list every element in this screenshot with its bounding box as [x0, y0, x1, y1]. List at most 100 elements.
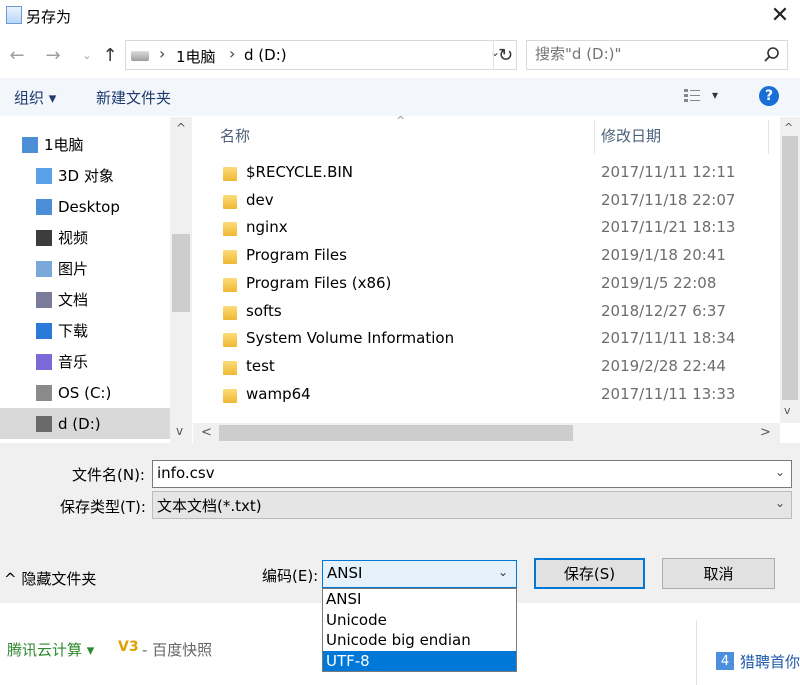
sidebar-item-documents[interactable]: 文档 [0, 284, 170, 315]
sidebar-item-label: 3D 对象 [58, 167, 114, 185]
sort-arrow-icon: ^ [396, 114, 406, 127]
recent-dropdown-icon[interactable]: ⌄ [76, 44, 98, 66]
scroll-up-icon[interactable]: ^ [176, 121, 186, 135]
scroll-down-icon[interactable]: v [784, 404, 791, 417]
breadcrumb-chevron-icon[interactable]: › [229, 44, 235, 63]
save-button[interactable]: 保存(S) [534, 558, 645, 589]
desktop-icon [36, 198, 52, 215]
new-folder-button[interactable]: 新建文件夹 [96, 87, 171, 108]
file-date: 2018/12/27 6:37 [601, 301, 726, 320]
sidebar-item-downloads[interactable]: 下载 [0, 315, 170, 346]
file-row[interactable]: test 2019/2/28 22:44 [193, 354, 778, 382]
file-date: 2017/11/21 18:13 [601, 218, 736, 237]
view-options-icon[interactable] [683, 88, 701, 104]
pictures-icon [36, 260, 52, 277]
file-row[interactable]: $RECYCLE.BIN 2017/11/11 12:11 [193, 160, 778, 188]
up-arrow-icon[interactable]: ↑ [99, 44, 121, 66]
encoding-select[interactable]: ANSI ⌄ [322, 560, 517, 588]
chevron-down-icon[interactable]: ▾ [712, 88, 718, 102]
sidebar-item-pictures[interactable]: 图片 [0, 253, 170, 284]
hide-folders-button[interactable]: ^ 隐藏文件夹 [4, 568, 96, 589]
scroll-down-icon[interactable]: v [176, 424, 183, 438]
refresh-icon[interactable]: ↻ [493, 40, 517, 70]
encoding-option[interactable]: ANSI [323, 589, 516, 609]
sidebar-item-3d-objects[interactable]: 3D 对象 [0, 160, 170, 191]
search-input[interactable] [535, 45, 755, 63]
documents-icon [36, 291, 52, 308]
file-row[interactable]: Program Files 2019/1/18 20:41 [193, 243, 778, 271]
filename-combobox[interactable]: ⌄ [152, 460, 792, 488]
nav-scroll-thumb[interactable] [172, 234, 190, 312]
chevron-down-icon[interactable]: ⌄ [498, 565, 508, 579]
file-name: nginx [246, 218, 288, 237]
file-row[interactable]: Program Files (x86) 2019/1/5 22:08 [193, 271, 778, 299]
back-arrow-icon[interactable]: ← [6, 44, 28, 66]
sidebar-item-drive-os[interactable]: OS (C:) [0, 377, 170, 408]
chevron-down-icon[interactable]: ⌄ [775, 465, 785, 479]
column-header-date[interactable]: 修改日期 [601, 125, 661, 146]
file-row[interactable]: softs 2018/12/27 6:37 [193, 299, 778, 327]
breadcrumb-chevron-icon[interactable]: › [159, 44, 165, 63]
background-link-liepin[interactable]: 猎聘首你 [740, 651, 800, 672]
file-scroll-thumb[interactable] [782, 136, 798, 400]
folder-icon [223, 305, 237, 320]
scroll-left-icon[interactable]: < [201, 425, 212, 440]
folder-icon [223, 333, 237, 348]
filetype-select[interactable]: 文本文档(*.txt) ⌄ [152, 491, 792, 519]
3d-objects-icon [36, 167, 52, 184]
cancel-button[interactable]: 取消 [662, 558, 775, 589]
sidebar-item-label: 文档 [58, 291, 89, 309]
forward-arrow-icon[interactable]: → [42, 44, 64, 66]
file-hscroll-thumb[interactable] [219, 425, 573, 441]
file-date: 2019/1/5 22:08 [601, 273, 717, 292]
sidebar-item-music[interactable]: 音乐 [0, 346, 170, 377]
sidebar-item-computer[interactable]: 1电脑 [0, 129, 170, 160]
background-link-tencent[interactable]: 腾讯云计算 ▾ [7, 639, 94, 660]
breadcrumb-drive[interactable]: d (D:) [244, 46, 287, 64]
folder-icon [223, 167, 237, 181]
file-name: softs [246, 301, 282, 320]
column-header-name[interactable]: 名称 [220, 125, 250, 146]
v3-badge: V3 [118, 639, 139, 655]
file-name: System Volume Information [246, 329, 455, 348]
sidebar-item-label: 图片 [58, 260, 89, 278]
encoding-option[interactable]: UTF-8 [323, 650, 516, 671]
sidebar-item-drive[interactable]: d (D:) [0, 408, 170, 439]
sidebar-item-desktop[interactable]: Desktop [0, 191, 170, 222]
sidebar-item-label: 1电脑 [44, 136, 84, 154]
file-row[interactable]: System Volume Information 2017/11/11 18:3… [193, 326, 778, 354]
drive-icon [36, 415, 52, 432]
search-box[interactable] [526, 40, 788, 70]
folder-icon [223, 388, 237, 403]
scroll-up-icon[interactable]: ^ [784, 121, 793, 134]
file-name: Program Files (x86) [246, 273, 392, 292]
rank-badge: 4 [716, 652, 734, 670]
encoding-option[interactable]: Unicode big endian [323, 630, 516, 650]
address-bar[interactable]: › 1电脑 › d (D:) ⌄ [125, 40, 517, 70]
toolbar: 组织 ▾ 新建文件夹 ▾ ? [0, 78, 800, 116]
file-row[interactable]: nginx 2017/11/21 18:13 [193, 215, 778, 243]
background-link-snapshot[interactable]: - 百度快照 [142, 639, 212, 660]
search-icon[interactable] [763, 46, 781, 64]
file-row[interactable]: wamp64 2017/11/11 13:33 [193, 382, 778, 410]
column-divider[interactable] [594, 120, 595, 154]
sidebar-item-video[interactable]: 视频 [0, 222, 170, 253]
breadcrumb-computer[interactable]: 1电脑 [176, 46, 216, 67]
column-divider[interactable] [768, 120, 769, 154]
encoding-dropdown-list: ANSI Unicode Unicode big endian UTF-8 [322, 588, 517, 672]
close-icon[interactable]: ✕ [760, 0, 800, 30]
encoding-option[interactable]: Unicode [323, 610, 516, 630]
computer-icon [22, 136, 38, 153]
organize-button[interactable]: 组织 ▾ [14, 87, 56, 108]
filename-input[interactable] [157, 464, 757, 482]
scroll-right-icon[interactable]: > [760, 425, 771, 440]
chevron-down-icon[interactable]: ⌄ [775, 496, 785, 510]
help-icon[interactable]: ? [759, 86, 779, 106]
file-row[interactable]: dev 2017/11/18 22:07 [193, 188, 778, 216]
notepad-icon [6, 6, 22, 24]
file-date: 2017/11/11 13:33 [601, 384, 736, 403]
file-date: 2017/11/18 22:07 [601, 190, 736, 209]
file-name: $RECYCLE.BIN [246, 163, 354, 181]
encoding-value: ANSI [327, 564, 363, 582]
filename-label: 文件名(N): [72, 466, 145, 484]
